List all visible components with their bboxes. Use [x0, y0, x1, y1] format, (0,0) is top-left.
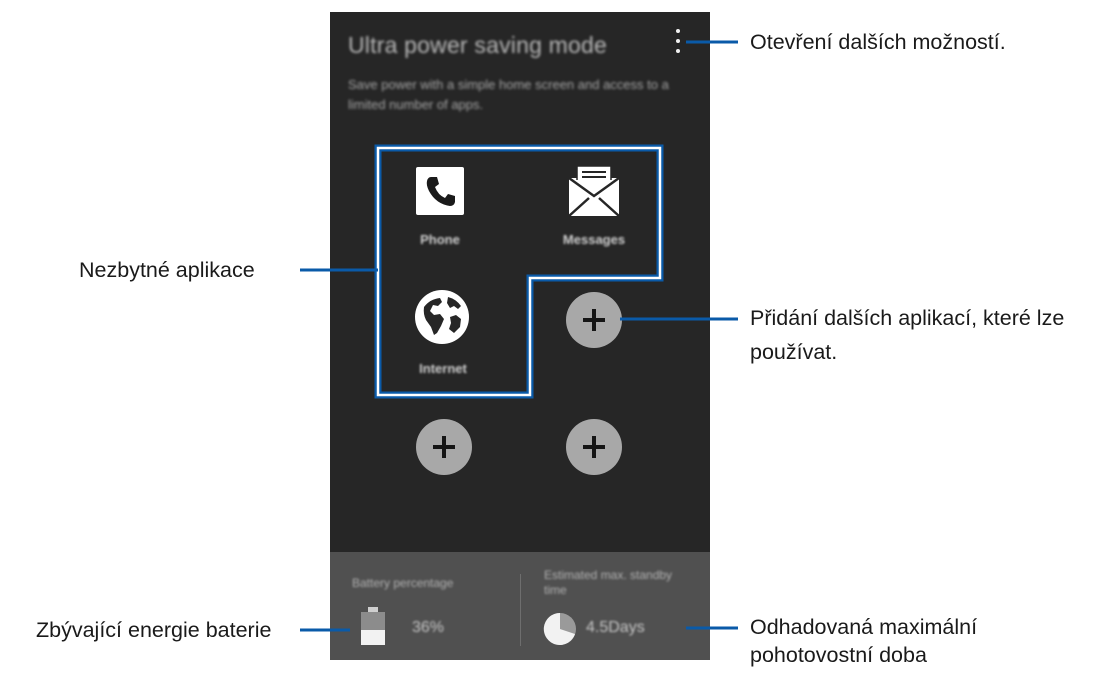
callout-lines — [300, 40, 738, 632]
callout-overlay — [300, 40, 738, 632]
essential-apps-frame — [374, 144, 664, 399]
callout-battery: Zbývající energie baterie — [36, 618, 272, 642]
callout-more-options: Otevření dalších možností. — [750, 30, 1006, 54]
callout-standby-line1: Odhadovaná maximální — [750, 615, 978, 639]
callout-add-apps-line1: Přidání dalších aplikací, které lze — [750, 306, 1065, 330]
callout-essential-apps: Nezbytné aplikace — [79, 258, 255, 282]
callout-standby-line2: pohotovostní doba — [750, 643, 927, 667]
callout-add-apps-line2: používat. — [750, 340, 838, 364]
